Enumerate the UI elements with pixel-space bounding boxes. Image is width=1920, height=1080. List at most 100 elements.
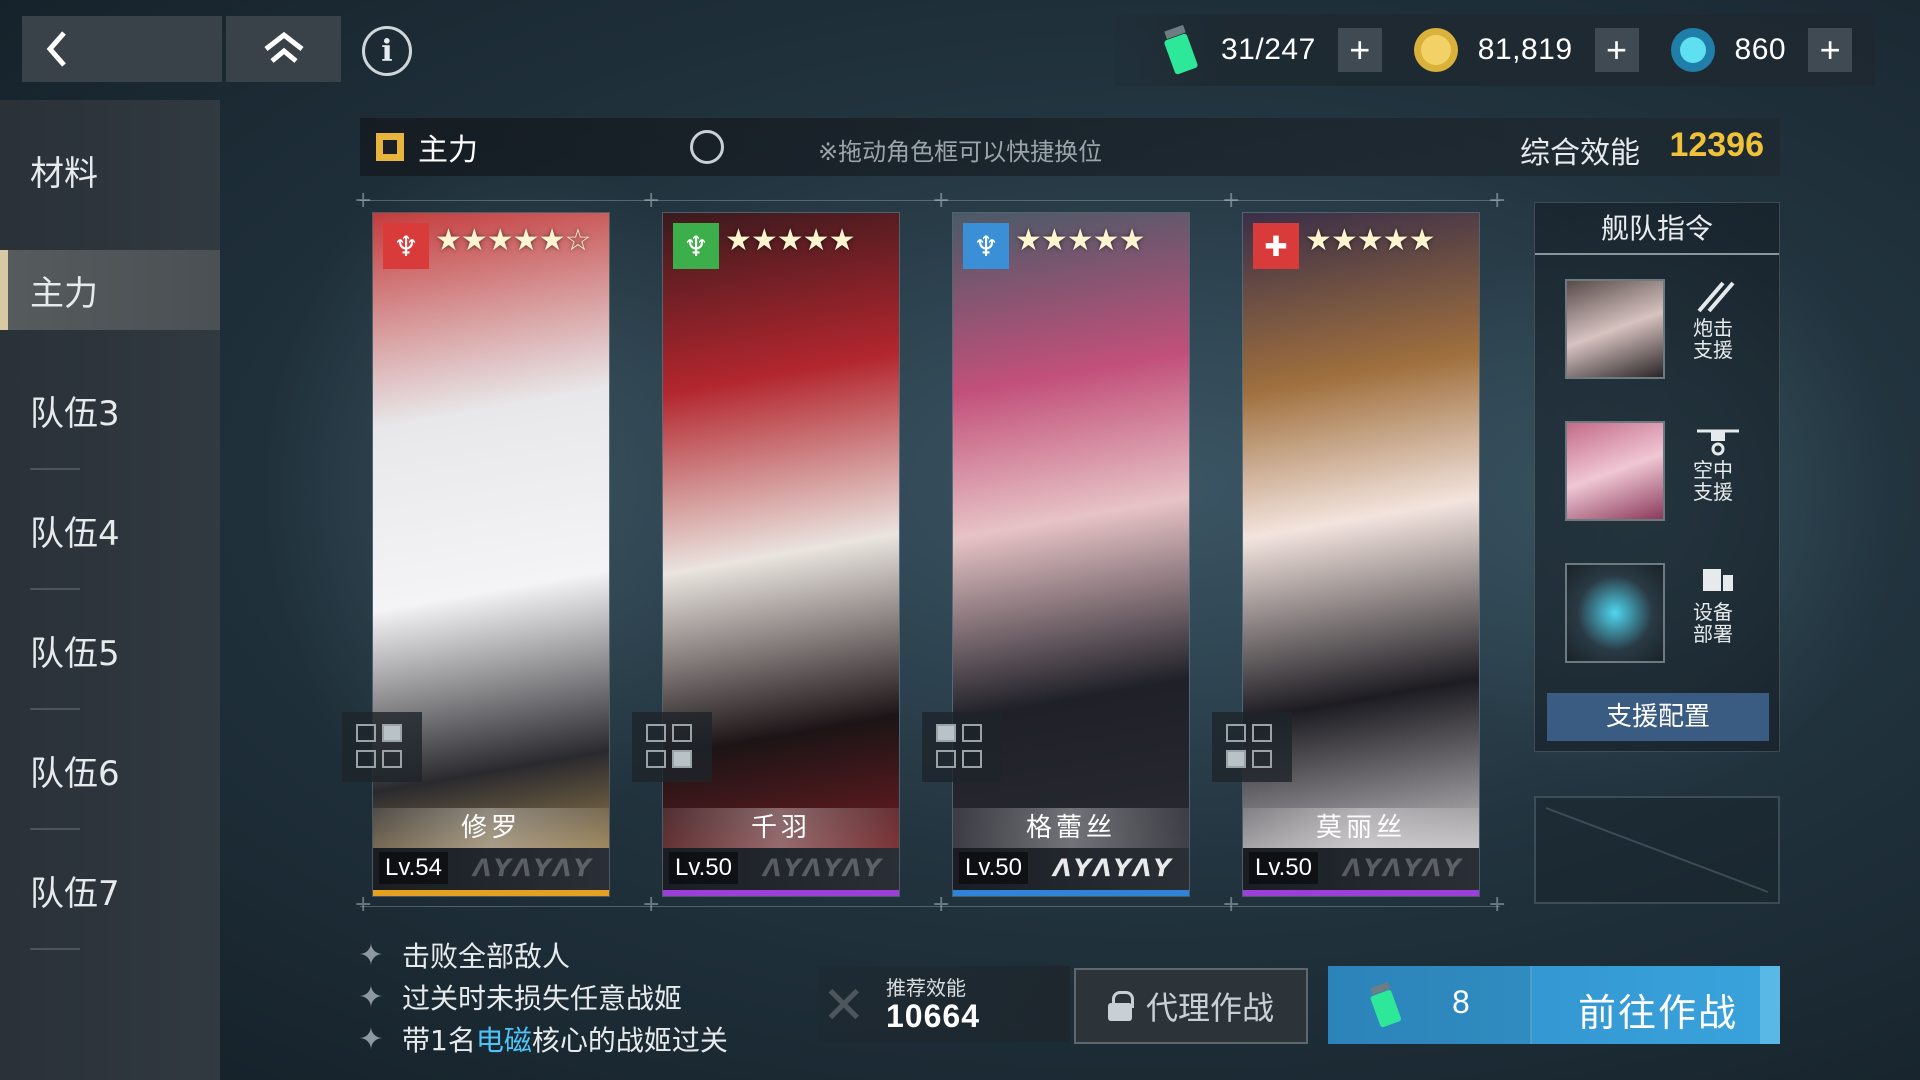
position-slot-icon[interactable]	[1212, 712, 1292, 782]
sidebar-item-main[interactable]: 主力	[0, 250, 220, 330]
frame-cross-icon: +	[354, 892, 373, 917]
resource-bar: 31/247 + 81,819 + 860 +	[1115, 14, 1875, 86]
character-portrait	[953, 213, 1189, 896]
fleet-air-slot[interactable]: 空中支援	[1565, 421, 1755, 521]
rank-underline	[373, 890, 609, 896]
sidebar-divider	[30, 588, 80, 590]
home-icon	[263, 31, 304, 63]
support-config-button[interactable]: 支援配置	[1547, 693, 1769, 741]
drag-hint: ※拖动角色框可以快捷换位	[818, 138, 1103, 166]
character-name: 修罗	[373, 808, 609, 848]
character-name: 千羽	[663, 808, 899, 848]
sidebar-item-team5[interactable]: 队伍5	[0, 610, 220, 690]
avatar	[1565, 563, 1665, 663]
frame-cross-icon: +	[1488, 892, 1507, 917]
objective-item: ✦ 过关时未损失任意战姬	[354, 976, 728, 1018]
fleet-device-slot[interactable]: 设备部署	[1565, 563, 1755, 663]
character-name: 莫丽丝	[1243, 808, 1479, 848]
element-nature-icon: ♆	[673, 223, 719, 269]
objective-item: ✦ 带1名 电磁 核心的战姬过关	[354, 1018, 727, 1060]
crystal-resource: 860 +	[1669, 24, 1853, 76]
rarity-stars: ★★★★★	[1305, 223, 1435, 258]
fleet-bombard-slot[interactable]: 炮击支援	[1565, 279, 1755, 379]
rarity-stars: ★★★★★	[725, 223, 855, 258]
back-button[interactable]	[22, 16, 222, 82]
sidebar-item-label: 主力	[30, 273, 98, 314]
avatar	[1565, 279, 1665, 379]
rank-marks-icon: ΛΥΛΥΛΥ	[1053, 854, 1173, 882]
crystal-orb-icon	[1670, 28, 1715, 72]
rank-underline	[953, 890, 1189, 896]
rank-marks-icon: ΛΥΛΥΛΥ	[473, 854, 593, 882]
avatar	[1565, 421, 1665, 521]
lock-icon	[1107, 991, 1134, 1021]
team-name: 主力	[418, 133, 478, 168]
character-portrait	[663, 213, 899, 896]
sidebar-divider	[30, 708, 80, 710]
start-battle-button[interactable]: 8 前往作战	[1328, 966, 1780, 1044]
empty-slot[interactable]	[1534, 796, 1780, 904]
character-card-3[interactable]: ♆ ★★★★★ 格蕾丝 Lv.50 ΛΥΛΥΛΥ	[952, 212, 1190, 897]
fleet-label: 空中支援	[1693, 458, 1733, 504]
character-portrait	[373, 213, 609, 896]
objective-star-icon: ✦	[358, 937, 384, 973]
element-fire-icon: ♆	[383, 223, 429, 269]
info-button[interactable]: i	[362, 26, 412, 76]
character-level: Lv.50	[1249, 852, 1318, 884]
medic-cross-icon: ✚	[1253, 223, 1299, 269]
start-battle-label: 前往作战	[1578, 991, 1739, 1035]
frame-cross-icon: +	[642, 188, 661, 213]
element-electro-icon: ♆	[963, 223, 1009, 269]
home-button[interactable]	[226, 16, 341, 82]
button-edge	[1760, 966, 1780, 1044]
character-card-4[interactable]: ✚ ★★★★★ 莫丽丝 Lv.50 ΛΥΛΥΛΥ	[1242, 212, 1480, 897]
sidebar-divider	[30, 828, 80, 830]
character-level: Lv.54	[379, 852, 448, 884]
sidebar-item-materials[interactable]: 材料	[0, 130, 220, 210]
add-stamina-button[interactable]: +	[1337, 28, 1382, 72]
frame-cross-icon: +	[932, 892, 951, 917]
fleet-label: 设备部署	[1693, 600, 1733, 646]
stamina-value: 31/247	[1221, 33, 1316, 66]
frame-line	[360, 200, 1500, 201]
frame-cross-icon: +	[1222, 892, 1241, 917]
character-level: Lv.50	[959, 852, 1028, 884]
frame-cross-icon: +	[354, 188, 373, 213]
add-crystal-button[interactable]: +	[1808, 28, 1853, 72]
frame-cross-icon: +	[932, 188, 951, 213]
fleet-command-panel: 舰队指令 炮击支援 空中支援 设备部署 支援配置	[1534, 202, 1780, 752]
battle-cost: 8	[1328, 966, 1532, 1044]
gold-coin-icon	[1413, 28, 1458, 72]
sidebar-item-team6[interactable]: 队伍6	[0, 730, 220, 810]
frame-line	[360, 906, 1500, 907]
proxy-battle-button[interactable]: 代理作战	[1074, 968, 1308, 1044]
sidebar-item-team3[interactable]: 队伍3	[0, 370, 220, 450]
sidebar-item-team7[interactable]: 队伍7	[0, 850, 220, 930]
character-card-1[interactable]: ♆ ★★★★★☆ 修罗 Lv.54 ΛΥΛΥΛΥ	[372, 212, 610, 897]
gold-resource: 81,819 +	[1412, 24, 1639, 76]
sidebar-divider	[30, 948, 80, 950]
position-slot-icon[interactable]	[922, 712, 1002, 782]
crossed-swords-icon: ✕	[822, 976, 866, 1036]
objective-item: ✦ 击败全部敌人	[354, 934, 728, 976]
character-portrait	[1243, 213, 1479, 896]
rank-marks-icon: ΛΥΛΥΛΥ	[1343, 854, 1463, 882]
rename-edit-icon[interactable]	[690, 130, 724, 164]
objective-star-icon: ✦	[358, 1021, 384, 1057]
add-gold-button[interactable]: +	[1594, 28, 1639, 72]
position-slot-icon[interactable]	[342, 712, 422, 782]
team-flag-icon	[376, 133, 404, 161]
empty-slot-icon	[1545, 807, 1769, 893]
level-bar: Lv.50 ΛΥΛΥΛΥ	[953, 848, 1189, 890]
bombard-icon	[1697, 281, 1735, 313]
sidebar-item-team4[interactable]: 队伍4	[0, 490, 220, 570]
recommend-label: 推荐效能	[886, 976, 966, 1000]
rank-underline	[1243, 890, 1479, 896]
recommended-power: ✕ 推荐效能 10664	[818, 966, 1070, 1042]
position-slot-icon[interactable]	[632, 712, 712, 782]
drone-icon	[1697, 429, 1739, 456]
stamina-battery-icon	[1164, 24, 1198, 75]
power-label: 综合效能	[1520, 136, 1640, 171]
crystal-value: 860	[1734, 33, 1787, 66]
character-card-2[interactable]: ♆ ★★★★★ 千羽 Lv.50 ΛΥΛΥΛΥ	[662, 212, 900, 897]
